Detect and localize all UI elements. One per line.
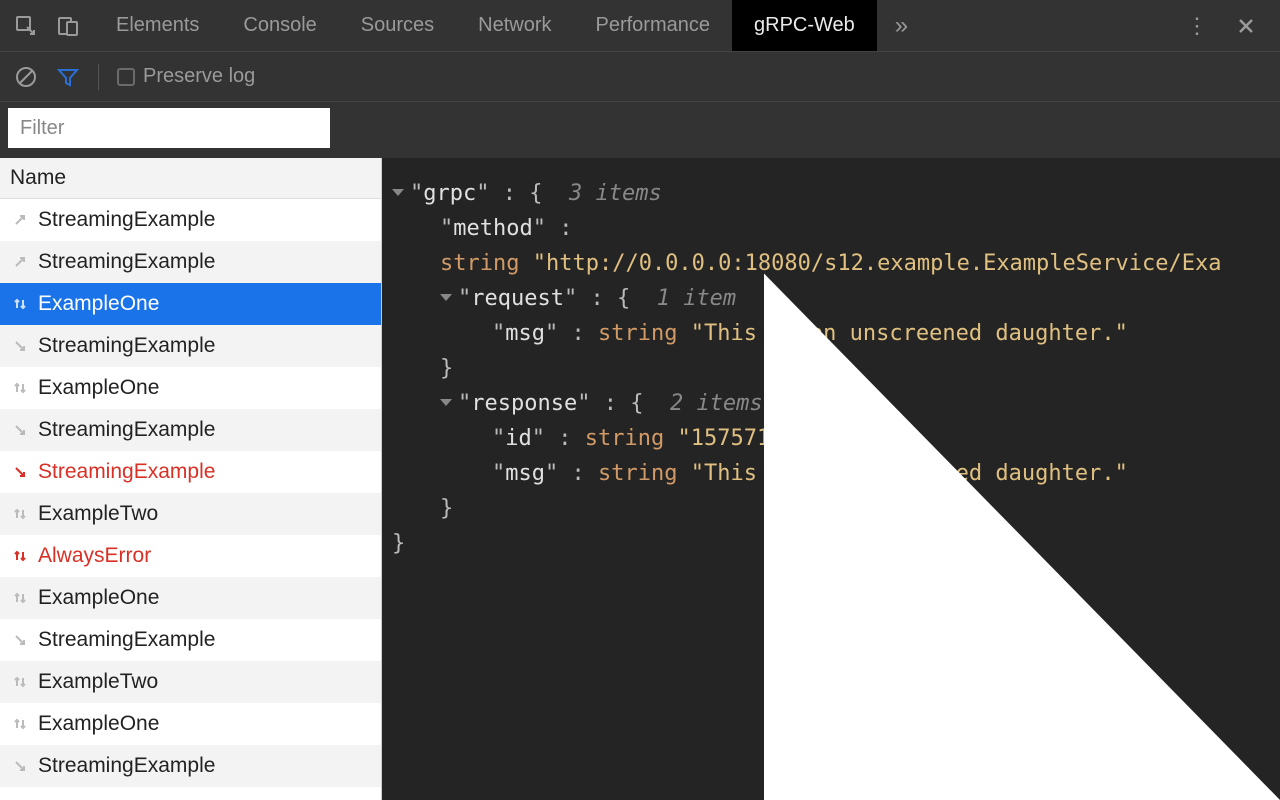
- list-item[interactable]: AlwaysError: [0, 535, 381, 577]
- tree-row: }: [392, 526, 1270, 561]
- devtools-tab-bar: ElementsConsoleSourcesNetworkPerformance…: [0, 0, 1280, 52]
- updown-icon: [10, 504, 30, 524]
- up-arrow-icon: [10, 210, 30, 230]
- tree-row[interactable]: "msg" : string "This is an unscreened da…: [392, 316, 1270, 351]
- list-item-label: ExampleTwo: [38, 502, 158, 526]
- updown-icon: [10, 546, 30, 566]
- list-item-label: StreamingExample: [38, 418, 215, 442]
- filter-bar: [0, 102, 1280, 158]
- tab-grpc-web[interactable]: gRPC-Web: [732, 0, 877, 51]
- tree-row[interactable]: "msg" : string "This is an unscreened da…: [392, 456, 1270, 491]
- tree-row[interactable]: "request" : { 1 item: [392, 281, 1270, 316]
- toolbar-divider: [98, 64, 99, 90]
- tree-row[interactable]: "id" : string "1575714596": [392, 421, 1270, 456]
- list-item[interactable]: ExampleTwo: [0, 661, 381, 703]
- list-item[interactable]: StreamingExample: [0, 241, 381, 283]
- detail-panel: "grpc" : { 3 items "method" : string "ht…: [382, 158, 1280, 800]
- tab-sources[interactable]: Sources: [339, 0, 456, 51]
- down-arrow-icon: [10, 420, 30, 440]
- tab-elements[interactable]: Elements: [94, 0, 221, 51]
- updown-icon: [10, 714, 30, 734]
- down-arrow-icon: [10, 756, 30, 776]
- list-item-label: StreamingExample: [38, 208, 215, 232]
- list-item-label: AlwaysError: [38, 544, 151, 568]
- list-item-label: StreamingExample: [38, 628, 215, 652]
- list-item-label: StreamingExample: [38, 754, 215, 778]
- filter-input[interactable]: [8, 108, 330, 148]
- preserve-log-checkbox[interactable]: [117, 68, 135, 86]
- tree-row: string "http://0.0.0.0:18080/s12.example…: [392, 246, 1270, 281]
- inspect-icon[interactable]: [14, 14, 38, 38]
- preserve-log-label: Preserve log: [143, 65, 255, 88]
- list-item[interactable]: StreamingExample: [0, 409, 381, 451]
- list-item-label: ExampleOne: [38, 586, 159, 610]
- down-arrow-icon: [10, 336, 30, 356]
- tree-row[interactable]: "grpc" : { 3 items: [392, 176, 1270, 211]
- tab-bar-right-icons: ⋮: [1186, 13, 1280, 39]
- down-arrow-icon: [10, 630, 30, 650]
- list-item-label: ExampleOne: [38, 376, 159, 400]
- filter-icon[interactable]: [56, 65, 80, 89]
- chevron-down-icon[interactable]: [440, 294, 452, 301]
- up-arrow-icon: [10, 252, 30, 272]
- tab-bar-left-icons: [0, 14, 94, 38]
- tabs-container: ElementsConsoleSourcesNetworkPerformance…: [94, 0, 877, 51]
- list-item-label: ExampleOne: [38, 712, 159, 736]
- list-item[interactable]: ExampleOne: [0, 577, 381, 619]
- list-item-label: ExampleTwo: [38, 670, 158, 694]
- tree-row: }: [392, 491, 1270, 526]
- request-list: StreamingExample StreamingExample ExampleO…: [0, 199, 381, 787]
- tree-row: }: [392, 351, 1270, 386]
- clear-icon[interactable]: [14, 65, 38, 89]
- updown-icon: [10, 672, 30, 692]
- updown-icon: [10, 294, 30, 314]
- list-item-label: StreamingExample: [38, 334, 215, 358]
- chevron-down-icon[interactable]: [440, 399, 452, 406]
- list-item[interactable]: StreamingExample: [0, 325, 381, 367]
- toolbar: Preserve log: [0, 52, 1280, 102]
- overflow-tabs-icon[interactable]: »: [877, 12, 926, 40]
- list-item[interactable]: StreamingExample: [0, 199, 381, 241]
- main-content: Name StreamingExample StreamingExample Exa…: [0, 158, 1280, 800]
- tab-performance[interactable]: Performance: [574, 0, 733, 51]
- kebab-menu-icon[interactable]: ⋮: [1186, 13, 1208, 39]
- close-icon[interactable]: [1236, 16, 1256, 36]
- tab-network[interactable]: Network: [456, 0, 573, 51]
- list-item[interactable]: ExampleOne: [0, 283, 381, 325]
- list-item[interactable]: ExampleOne: [0, 703, 381, 745]
- updown-icon: [10, 588, 30, 608]
- tree-row[interactable]: "method" :: [392, 211, 1270, 246]
- list-item-label: StreamingExample: [38, 460, 215, 484]
- list-item[interactable]: ExampleOne: [0, 367, 381, 409]
- list-item-label: ExampleOne: [38, 292, 159, 316]
- tab-console[interactable]: Console: [221, 0, 338, 51]
- list-item[interactable]: StreamingExample: [0, 451, 381, 493]
- tree-row[interactable]: "response" : { 2 items: [392, 386, 1270, 421]
- chevron-down-icon[interactable]: [392, 189, 404, 196]
- down-arrow-icon: [10, 462, 30, 482]
- device-icon[interactable]: [56, 14, 80, 38]
- preserve-log-toggle[interactable]: Preserve log: [117, 65, 255, 88]
- list-item[interactable]: StreamingExample: [0, 745, 381, 787]
- request-list-panel: Name StreamingExample StreamingExample Exa…: [0, 158, 382, 800]
- list-item-label: StreamingExample: [38, 250, 215, 274]
- list-item[interactable]: StreamingExample: [0, 619, 381, 661]
- list-item[interactable]: ExampleTwo: [0, 493, 381, 535]
- list-header-name: Name: [0, 158, 381, 199]
- updown-icon: [10, 378, 30, 398]
